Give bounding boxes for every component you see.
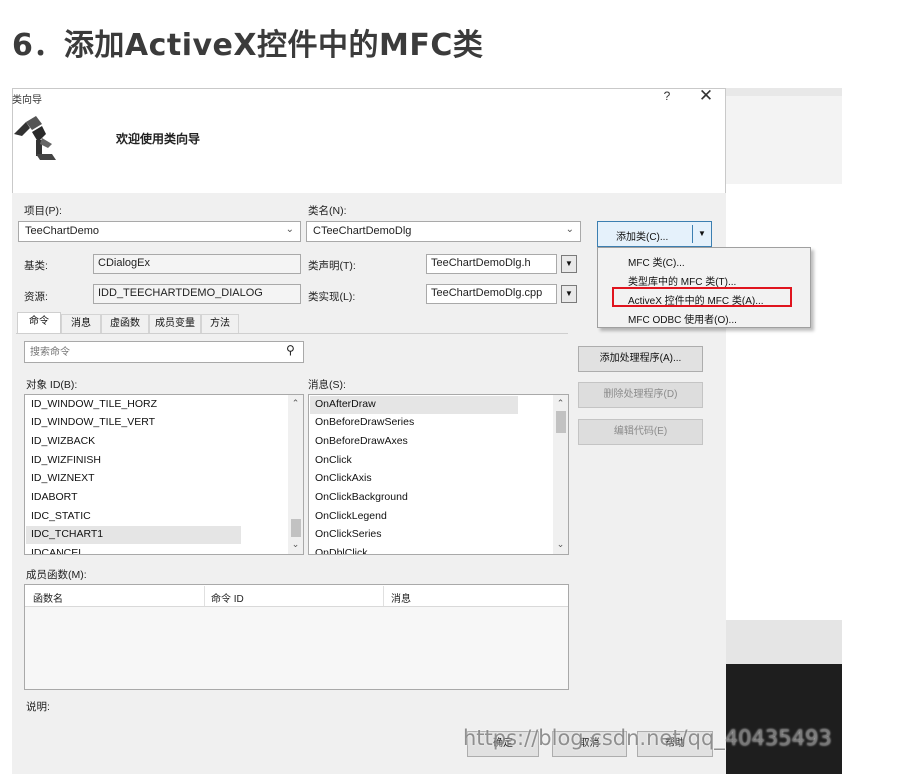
project-combo[interactable]: TeeChartDemo ⌄ [18, 221, 301, 242]
object-ids-list[interactable]: ID_WINDOW_TILE_HORZ ID_WINDOW_TILE_VERT … [24, 394, 304, 555]
tab-member-variables[interactable]: 成员变量 [149, 314, 201, 334]
chevron-down-icon: ⌄ [285, 224, 294, 235]
project-value: TeeChartDemo [25, 225, 99, 237]
tab-messages[interactable]: 消息 [61, 314, 101, 334]
scroll-thumb[interactable] [556, 411, 566, 433]
close-button[interactable]: ✕ [697, 86, 715, 106]
declaration-dropdown-icon[interactable]: ▼ [561, 255, 577, 273]
list-item[interactable]: OnDblClick [315, 547, 368, 554]
tab-panel-border [16, 333, 568, 335]
classname-label: 类名(N): [308, 205, 347, 217]
list-item[interactable]: OnClickSeries [315, 528, 382, 540]
implementation-dropdown-icon[interactable]: ▼ [561, 285, 577, 303]
object-ids-label: 对象 ID(B): [26, 379, 78, 391]
scroll-down-icon[interactable]: ⌄ [288, 539, 303, 550]
column-header-function[interactable]: 函数名 [33, 590, 63, 605]
list-item[interactable]: OnBeforeDrawAxes [315, 435, 408, 447]
list-item[interactable]: OnBeforeDrawSeries [315, 416, 414, 428]
object-ids-scrollbar[interactable]: ⌃ ⌄ [288, 395, 303, 554]
classname-combo[interactable]: CTeeChartDemoDlg ⌄ [306, 221, 581, 242]
list-item[interactable]: OnClick [315, 454, 352, 466]
tab-commands[interactable]: 命令 [17, 312, 61, 334]
class-wizard-icon [14, 116, 56, 160]
column-header-command-id[interactable]: 命令 ID [211, 590, 244, 605]
background-window [726, 88, 842, 774]
menu-item-mfc-class[interactable]: MFC 类(C)... [628, 254, 685, 269]
highlight-box [612, 287, 792, 307]
menu-item-odbc-consumer[interactable]: MFC ODBC 使用者(O)... [628, 311, 737, 326]
scroll-down-icon[interactable]: ⌄ [553, 539, 568, 550]
classname-value: CTeeChartDemoDlg [313, 225, 412, 237]
messages-list[interactable]: OnAfterDraw OnBeforeDrawSeries OnBeforeD… [308, 394, 569, 555]
resource-field: IDD_TEECHARTDEMO_DIALOG [93, 284, 301, 304]
scroll-thumb[interactable] [291, 519, 301, 537]
menu-item-typelib-class[interactable]: 类型库中的 MFC 类(T)... [628, 273, 736, 288]
base-label: 基类: [24, 260, 48, 272]
column-header-message[interactable]: 消息 [391, 590, 411, 605]
messages-label: 消息(S): [308, 379, 346, 391]
list-item[interactable]: OnClickAxis [315, 472, 372, 484]
messages-scrollbar[interactable]: ⌃ ⌄ [553, 395, 568, 554]
declaration-label: 类声明(T): [308, 260, 356, 272]
list-item[interactable]: OnClickLegend [315, 510, 387, 522]
dialog-title: 类向导 [12, 95, 42, 106]
watermark: https://blog.csdn.net/qq_40435493 [463, 726, 832, 750]
dropdown-arrow-icon[interactable]: ▼ [698, 229, 706, 238]
list-item-selected[interactable]: OnAfterDraw [315, 398, 376, 410]
page-heading: 6．添加ActiveX控件中的MFC类 [12, 28, 484, 63]
declaration-field[interactable]: TeeChartDemoDlg.h [426, 254, 557, 274]
delete-handler-button[interactable]: 删除处理程序(D) [578, 382, 703, 408]
chevron-down-icon: ⌄ [565, 224, 574, 235]
implementation-field[interactable]: TeeChartDemoDlg.cpp [426, 284, 557, 304]
edit-code-button[interactable]: 编辑代码(E) [578, 419, 703, 445]
tab-virtual-functions[interactable]: 虚函数 [101, 314, 149, 334]
resource-label: 资源: [24, 291, 48, 303]
welcome-text: 欢迎使用类向导 [116, 132, 201, 146]
scroll-up-icon[interactable]: ⌃ [288, 398, 303, 409]
implementation-label: 类实现(L): [308, 291, 356, 303]
list-item[interactable]: IDABORT [31, 491, 77, 503]
tab-methods[interactable]: 方法 [201, 314, 239, 334]
add-class-label: 添加类(C)... [616, 232, 669, 243]
member-functions-header: 函数名 命令 ID 消息 [25, 585, 568, 607]
add-handler-button[interactable]: 添加处理程序(A)... [578, 346, 703, 372]
list-item[interactable]: ID_WINDOW_TILE_VERT [31, 416, 155, 428]
help-button[interactable]: ? [660, 89, 674, 103]
list-item[interactable]: ID_WIZFINISH [31, 454, 101, 466]
search-commands-input[interactable] [24, 341, 304, 363]
member-functions-label: 成员函数(M): [26, 569, 87, 581]
search-icon[interactable]: ⚲ [286, 343, 295, 357]
list-item[interactable]: ID_WINDOW_TILE_HORZ [31, 398, 157, 410]
list-item[interactable]: IDC_STATIC [31, 510, 91, 522]
scroll-up-icon[interactable]: ⌃ [553, 398, 568, 409]
list-item[interactable]: OnClickBackground [315, 491, 408, 503]
list-item-selected[interactable]: IDC_TCHART1 [31, 528, 103, 540]
list-item[interactable]: ID_WIZBACK [31, 435, 95, 447]
add-class-button[interactable]: 添加类(C)... ▼ [597, 221, 712, 247]
base-field: CDialogEx [93, 254, 301, 274]
list-item[interactable]: IDCANCEL [31, 547, 84, 554]
project-label: 项目(P): [24, 205, 62, 217]
description-label: 说明: [26, 701, 50, 713]
list-item[interactable]: ID_WIZNEXT [31, 472, 95, 484]
